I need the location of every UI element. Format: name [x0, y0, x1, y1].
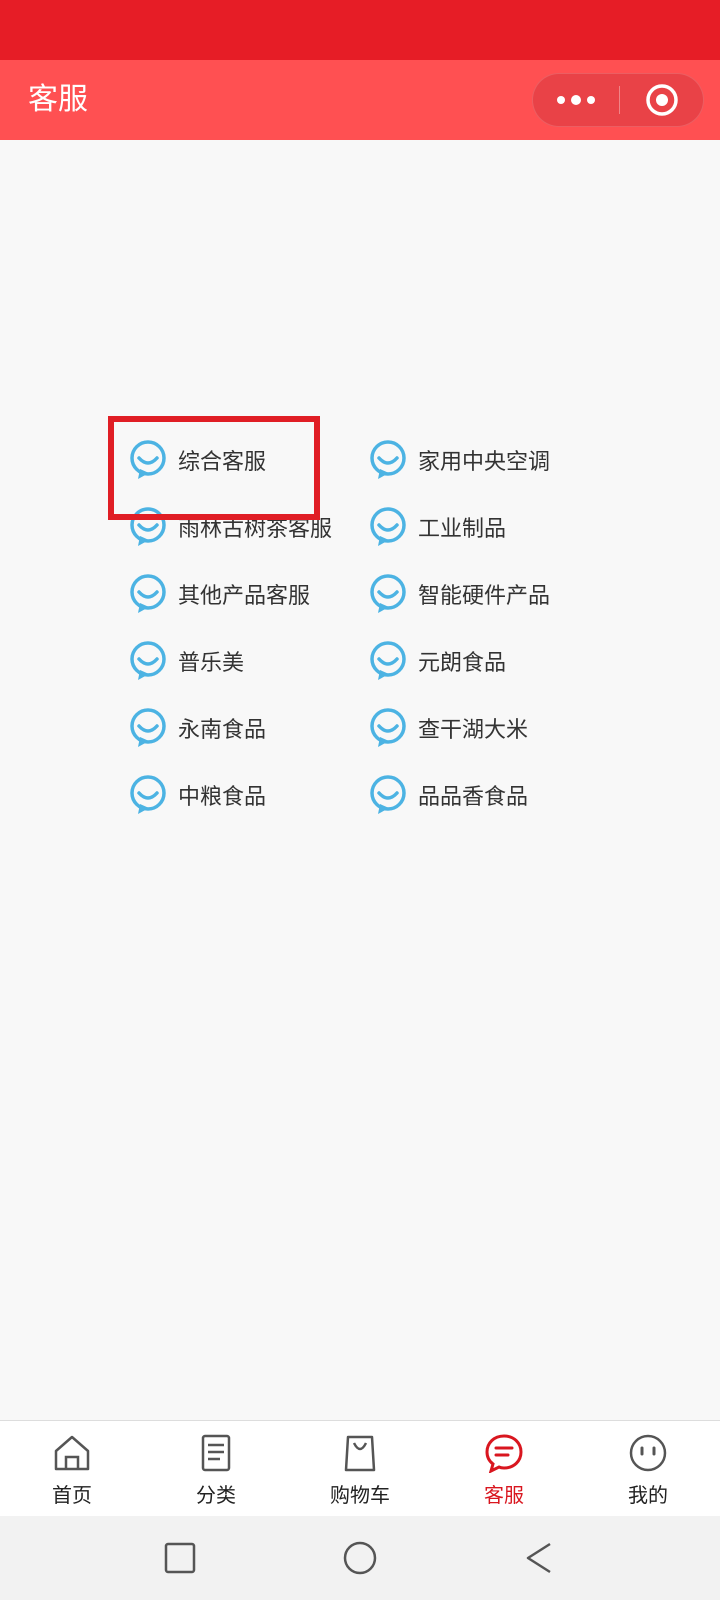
title-bar: 客服 [0, 60, 720, 140]
service-chat-icon [485, 1434, 523, 1473]
service-label: 查干湖大米 [418, 718, 529, 743]
tab-label: 首页 [52, 1483, 92, 1507]
close-miniprogram-button[interactable] [620, 74, 704, 126]
tab-label: 分类 [196, 1483, 236, 1507]
service-item[interactable]: 元朗食品 [368, 639, 506, 683]
tab-home[interactable]: 首页 [0, 1421, 144, 1517]
chat-bubble-icon [370, 641, 406, 680]
target-close-icon [646, 84, 678, 116]
tab-service[interactable]: 客服 [432, 1421, 576, 1517]
service-item[interactable]: 家用中央空调 [368, 438, 550, 482]
content-area [0, 140, 720, 1420]
service-label: 工业制品 [418, 517, 507, 542]
status-bar [0, 0, 720, 60]
home-icon [54, 1435, 90, 1471]
tab-label: 客服 [484, 1483, 524, 1507]
chat-bubble-icon [130, 641, 166, 680]
service-label: 元朗食品 [418, 651, 507, 676]
service-label: 普乐美 [178, 651, 245, 676]
dot-icon [557, 96, 565, 104]
service-label: 永南食品 [178, 718, 267, 743]
dot-icon [571, 95, 581, 105]
chat-bubble-icon [130, 708, 166, 747]
home-circle-icon[interactable] [338, 1536, 382, 1580]
service-item[interactable]: 智能硬件产品 [368, 572, 550, 616]
recent-apps-icon[interactable] [158, 1536, 202, 1580]
chat-bubble-icon [130, 775, 166, 814]
highlight-annotation-box [108, 416, 320, 520]
more-menu-button[interactable] [533, 74, 619, 126]
cart-icon [344, 1435, 376, 1472]
service-item[interactable]: 永南食品 [128, 706, 266, 750]
tab-cart[interactable]: 购物车 [288, 1421, 432, 1517]
tab-profile[interactable]: 我的 [576, 1421, 720, 1517]
tab-category[interactable]: 分类 [144, 1421, 288, 1517]
category-icon [201, 1434, 231, 1472]
chat-bubble-icon [130, 574, 166, 613]
back-triangle-icon[interactable] [518, 1536, 562, 1580]
dot-icon [587, 96, 595, 104]
tab-bar: 首页 分类 购物车 客服 我的 [0, 1420, 720, 1516]
service-label: 智能硬件产品 [418, 584, 551, 609]
service-label: 品品香食品 [418, 785, 529, 810]
page-title: 客服 [28, 82, 88, 117]
profile-icon [629, 1434, 667, 1472]
service-item[interactable]: 查干湖大米 [368, 706, 528, 750]
tab-label: 购物车 [330, 1483, 390, 1507]
service-item[interactable]: 普乐美 [128, 639, 244, 683]
service-item[interactable]: 中粮食品 [128, 773, 266, 817]
chat-bubble-icon [370, 574, 406, 613]
system-navigation-bar [0, 1516, 720, 1600]
chat-bubble-icon [370, 708, 406, 747]
service-label: 中粮食品 [178, 785, 267, 810]
service-item[interactable]: 品品香食品 [368, 773, 528, 817]
service-label: 家用中央空调 [418, 450, 551, 475]
service-item[interactable]: 其他产品客服 [128, 572, 310, 616]
miniprogram-capsule [532, 73, 704, 127]
chat-bubble-icon [370, 440, 406, 479]
service-item[interactable]: 工业制品 [368, 505, 506, 549]
chat-bubble-icon [370, 507, 406, 546]
tab-label: 我的 [628, 1483, 668, 1507]
chat-bubble-icon [370, 775, 406, 814]
service-label: 其他产品客服 [178, 584, 311, 609]
